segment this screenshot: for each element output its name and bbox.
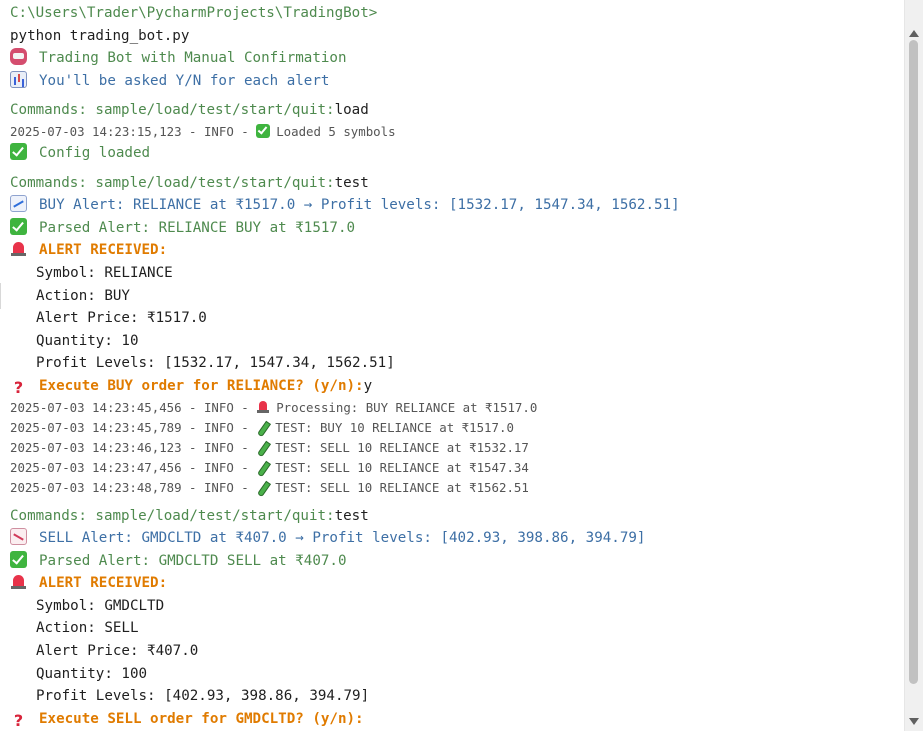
log-line: 2025-07-03 14:23:45,789 - INFO - TEST: B… — [10, 418, 905, 438]
banner-title-line: Trading Bot with Manual Confirmation — [10, 47, 905, 70]
siren-icon — [10, 240, 27, 257]
scroll-down-arrow-icon[interactable] — [909, 718, 919, 725]
log-line: 2025-07-03 14:23:46,123 - INFO - TEST: S… — [10, 438, 905, 458]
gutter-marker — [0, 283, 3, 309]
parsed-line: Parsed Alert: GMDCLTD SELL at ₹407.0 — [10, 550, 905, 573]
parsed-line: Parsed Alert: RELIANCE BUY at ₹1517.0 — [10, 217, 905, 240]
banner-sub-line: You'll be asked Y/N for each alert — [10, 70, 905, 93]
log-prefix: 2025-07-03 14:23:45,456 - INFO - — [10, 399, 257, 415]
banner-sub: You'll be asked Y/N for each alert — [39, 72, 330, 89]
terminal-output[interactable]: C:\Users\Trader\PycharmProjects\TradingB… — [0, 0, 905, 731]
received-text: ALERT RECEIVED: — [39, 242, 168, 259]
test-tube-icon — [256, 481, 269, 494]
user-input: test — [334, 174, 369, 191]
action-line: Action: SELL — [36, 620, 139, 637]
log-message: Processing: BUY RELIANCE at ₹1517.0 — [276, 399, 538, 415]
robot-icon — [10, 48, 27, 66]
alert-text: SELL Alert: GMDCLTD at ₹407.0 → Profit l… — [39, 530, 646, 547]
prompt-text: Commands: sample/load/test/start/quit: — [10, 102, 335, 119]
action-line: Action: BUY — [36, 287, 130, 304]
price-line: Alert Price: ₹407.0 — [36, 643, 199, 660]
levels-line: Profit Levels: [402.93, 398.86, 394.79] — [36, 688, 370, 705]
question-line: ? Execute BUY order for RELIANCE? (y/n):y — [10, 375, 905, 398]
log-message: Loaded 5 symbols — [276, 123, 396, 139]
chart-up-icon — [10, 195, 27, 213]
parsed-text: Parsed Alert: GMDCLTD SELL at ₹407.0 — [39, 552, 347, 569]
symbol-line: Symbol: RELIANCE — [36, 264, 173, 281]
log-prefix: 2025-07-03 14:23:47,456 - INFO - — [10, 459, 257, 475]
check-icon — [10, 142, 27, 160]
banner-title: Trading Bot with Manual Confirmation — [39, 50, 347, 67]
test-tube-icon — [256, 461, 269, 474]
question-icon: ? — [13, 710, 24, 730]
received-text: ALERT RECEIVED: — [39, 575, 168, 592]
status-text: Config loaded — [39, 144, 151, 161]
parsed-text: Parsed Alert: RELIANCE BUY at ₹1517.0 — [39, 219, 356, 236]
alert-line: BUY Alert: RELIANCE at ₹1517.0 → Profit … — [10, 194, 905, 217]
price-line: Alert Price: ₹1517.0 — [36, 310, 207, 327]
log-prefix: 2025-07-03 14:23:15,123 - INFO - — [10, 123, 257, 139]
scroll-up-arrow-icon[interactable] — [909, 30, 919, 37]
received-line: ALERT RECEIVED: — [10, 572, 905, 595]
prompt-text: Commands: sample/load/test/start/quit: — [10, 174, 335, 191]
log-prefix: 2025-07-03 14:23:45,789 - INFO - — [10, 419, 257, 435]
log-line: 2025-07-03 14:23:48,789 - INFO - TEST: S… — [10, 478, 905, 498]
log-line: 2025-07-03 14:23:45,456 - INFO - Process… — [10, 398, 905, 418]
test-tube-icon — [256, 421, 269, 434]
cwd-prompt: C:\Users\Trader\PycharmProjects\TradingB… — [10, 5, 378, 21]
question-text: Execute SELL order for GMDCLTD? (y/n): — [39, 710, 364, 727]
scrollbar-thumb[interactable] — [909, 40, 918, 684]
siren-icon — [10, 573, 27, 590]
alert-text: BUY Alert: RELIANCE at ₹1517.0 → Profit … — [39, 197, 680, 214]
question-text: Execute BUY order for RELIANCE? (y/n): — [39, 377, 364, 394]
user-answer: y — [363, 377, 373, 394]
log-message: TEST: SELL 10 RELIANCE at ₹1547.34 — [275, 459, 529, 475]
levels-line: Profit Levels: [1532.17, 1547.34, 1562.5… — [36, 355, 395, 372]
commands-prompt-3: Commands: sample/load/test/start/quit:te… — [10, 505, 905, 528]
user-input: load — [334, 102, 369, 119]
received-line: ALERT RECEIVED: — [10, 239, 905, 262]
quantity-line: Quantity: 10 — [36, 332, 139, 349]
quantity-line: Quantity: 100 — [36, 665, 148, 682]
commands-prompt-1: Commands: sample/load/test/start/quit:lo… — [10, 99, 905, 122]
run-command: python trading_bot.py — [10, 27, 190, 44]
prompt-text: Commands: sample/load/test/start/quit: — [10, 507, 335, 524]
log-line: 2025-07-03 14:23:15,123 - INFO - Loaded … — [10, 122, 905, 142]
log-prefix: 2025-07-03 14:23:48,789 - INFO - — [10, 479, 257, 495]
status-line: Config loaded — [10, 142, 905, 165]
chart-down-icon — [10, 528, 27, 546]
question-line: ? Execute SELL order for GMDCLTD? (y/n): — [10, 708, 905, 731]
check-icon — [256, 123, 271, 138]
question-icon: ? — [13, 377, 24, 397]
test-tube-icon — [256, 441, 269, 454]
log-message: TEST: SELL 10 RELIANCE at ₹1532.17 — [275, 439, 529, 455]
check-icon — [10, 550, 27, 568]
vertical-scrollbar[interactable] — [904, 0, 923, 731]
log-line: 2025-07-03 14:23:47,456 - INFO - TEST: S… — [10, 458, 905, 478]
siren-icon — [256, 400, 270, 414]
symbol-line: Symbol: GMDCLTD — [36, 597, 165, 614]
commands-prompt-2: Commands: sample/load/test/start/quit:te… — [10, 172, 905, 195]
log-message: TEST: BUY 10 RELIANCE at ₹1517.0 — [275, 419, 514, 435]
log-prefix: 2025-07-03 14:23:46,123 - INFO - — [10, 439, 257, 455]
user-input: test — [334, 507, 369, 524]
bar-chart-icon — [10, 70, 27, 88]
check-icon — [10, 217, 27, 235]
log-message: TEST: SELL 10 RELIANCE at ₹1562.51 — [275, 479, 529, 495]
alert-line: SELL Alert: GMDCLTD at ₹407.0 → Profit l… — [10, 527, 905, 550]
